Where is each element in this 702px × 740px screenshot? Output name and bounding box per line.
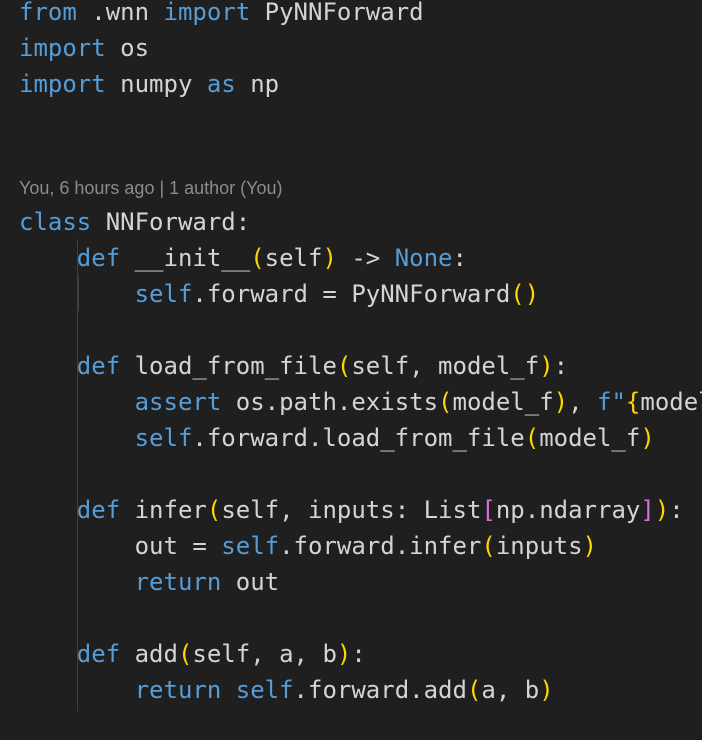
code-token: [ [481, 496, 496, 524]
code-token: { [625, 388, 641, 416]
code-token: def [76, 244, 121, 272]
code-token: ) [582, 532, 597, 560]
code-token: ( [206, 496, 222, 524]
code-line[interactable]: import os [19, 30, 149, 66]
code-editor[interactable]: from .wnn import PyNNForward import os i… [0, 0, 702, 740]
code-token: import [163, 0, 251, 26]
code-token: ( [524, 424, 540, 452]
code-token: ) [539, 676, 554, 704]
code-token: self [134, 280, 193, 308]
code-line[interactable]: out = self.forward.infer(inputs) [19, 528, 597, 564]
code-token: ( [250, 244, 265, 272]
code-token: load_from_file [120, 352, 337, 380]
code-token: def [76, 640, 121, 668]
code-token: numpy [105, 70, 207, 98]
code-token: () [510, 280, 540, 308]
code-line[interactable]: self.forward.load_from_file(model_f) [19, 420, 655, 456]
code-line[interactable]: def infer(self, inputs: List[np.ndarray]… [19, 492, 684, 528]
code-token: .forward.add [293, 676, 467, 704]
code-token: ( [336, 352, 352, 380]
code-token: def [76, 352, 121, 380]
code-token: a, b [481, 676, 540, 704]
code-token: as [206, 70, 236, 98]
code-token: f" [597, 388, 626, 416]
code-token: self [134, 424, 193, 452]
code-line[interactable]: from .wnn import PyNNForward [19, 0, 424, 30]
code-token: -> [336, 244, 395, 272]
code-token: self [235, 676, 294, 704]
code-token: model_f [452, 388, 554, 416]
code-token: ) [553, 388, 569, 416]
code-token: return [134, 676, 222, 704]
code-token: os.path.exists [221, 388, 439, 416]
code-line[interactable]: def add(self, a, b): [19, 636, 366, 672]
code-token: ( [466, 676, 482, 704]
code-token: ) [322, 244, 337, 272]
code-token: out [221, 568, 280, 596]
code-token: ) [654, 496, 670, 524]
code-line[interactable]: class NNForward: [19, 204, 250, 240]
code-token: __init__ [120, 244, 251, 272]
code-token: import [19, 34, 106, 62]
code-token: class [19, 208, 92, 236]
code-token: None [394, 244, 453, 272]
code-token: ) [336, 640, 352, 668]
code-token: .forward.infer [279, 532, 482, 560]
code-line[interactable]: self.forward = PyNNForward() [19, 276, 540, 312]
code-token: from [19, 0, 77, 26]
code-token: ) [539, 352, 554, 380]
code-token: .wnn [76, 0, 164, 26]
code-line[interactable]: return self.forward.add(a, b) [19, 672, 554, 708]
code-token: np [235, 70, 280, 98]
code-token: : [553, 352, 569, 380]
code-line[interactable]: return out [19, 564, 280, 600]
code-token: inputs [495, 532, 583, 560]
code-token: import [19, 70, 106, 98]
code-token: assert [134, 388, 222, 416]
code-token: out = [19, 532, 222, 560]
code-token: self, model_f [351, 352, 540, 380]
git-blame-codelens[interactable]: You, 6 hours ago | 1 author (You) [19, 176, 283, 200]
code-token: : [452, 244, 467, 272]
code-token: os [105, 34, 150, 62]
code-token: NNForward: [91, 208, 251, 236]
code-line[interactable]: def __init__(self) -> None: [19, 240, 467, 276]
code-token: self [221, 532, 280, 560]
code-token: ] [640, 496, 655, 524]
code-line[interactable]: def load_from_file(self, model_f): [19, 348, 568, 384]
code-token: PyNNForward [250, 0, 424, 26]
code-token: model_f [539, 424, 641, 452]
code-token: .forward = PyNNForward [192, 280, 511, 308]
code-line[interactable]: assert os.path.exists(model_f), f"{model [19, 384, 702, 420]
code-token: .forward.load_from_file [192, 424, 525, 452]
code-token: model [640, 388, 702, 416]
code-token: add [120, 640, 178, 668]
code-token: ) [640, 424, 655, 452]
code-line[interactable]: import numpy as np [19, 66, 279, 102]
code-token: , [568, 388, 598, 416]
code-token: : [669, 496, 684, 524]
code-token: ( [438, 388, 453, 416]
code-token: self, inputs: List [221, 496, 482, 524]
code-token: self, a, b [192, 640, 337, 668]
code-token: def [76, 496, 121, 524]
code-token: self [264, 244, 323, 272]
code-token: ( [177, 640, 193, 668]
code-token: np.ndarray [495, 496, 641, 524]
code-token: : [351, 640, 366, 668]
code-token: infer [120, 496, 207, 524]
code-token: ( [481, 532, 496, 560]
code-token: return [134, 568, 222, 596]
